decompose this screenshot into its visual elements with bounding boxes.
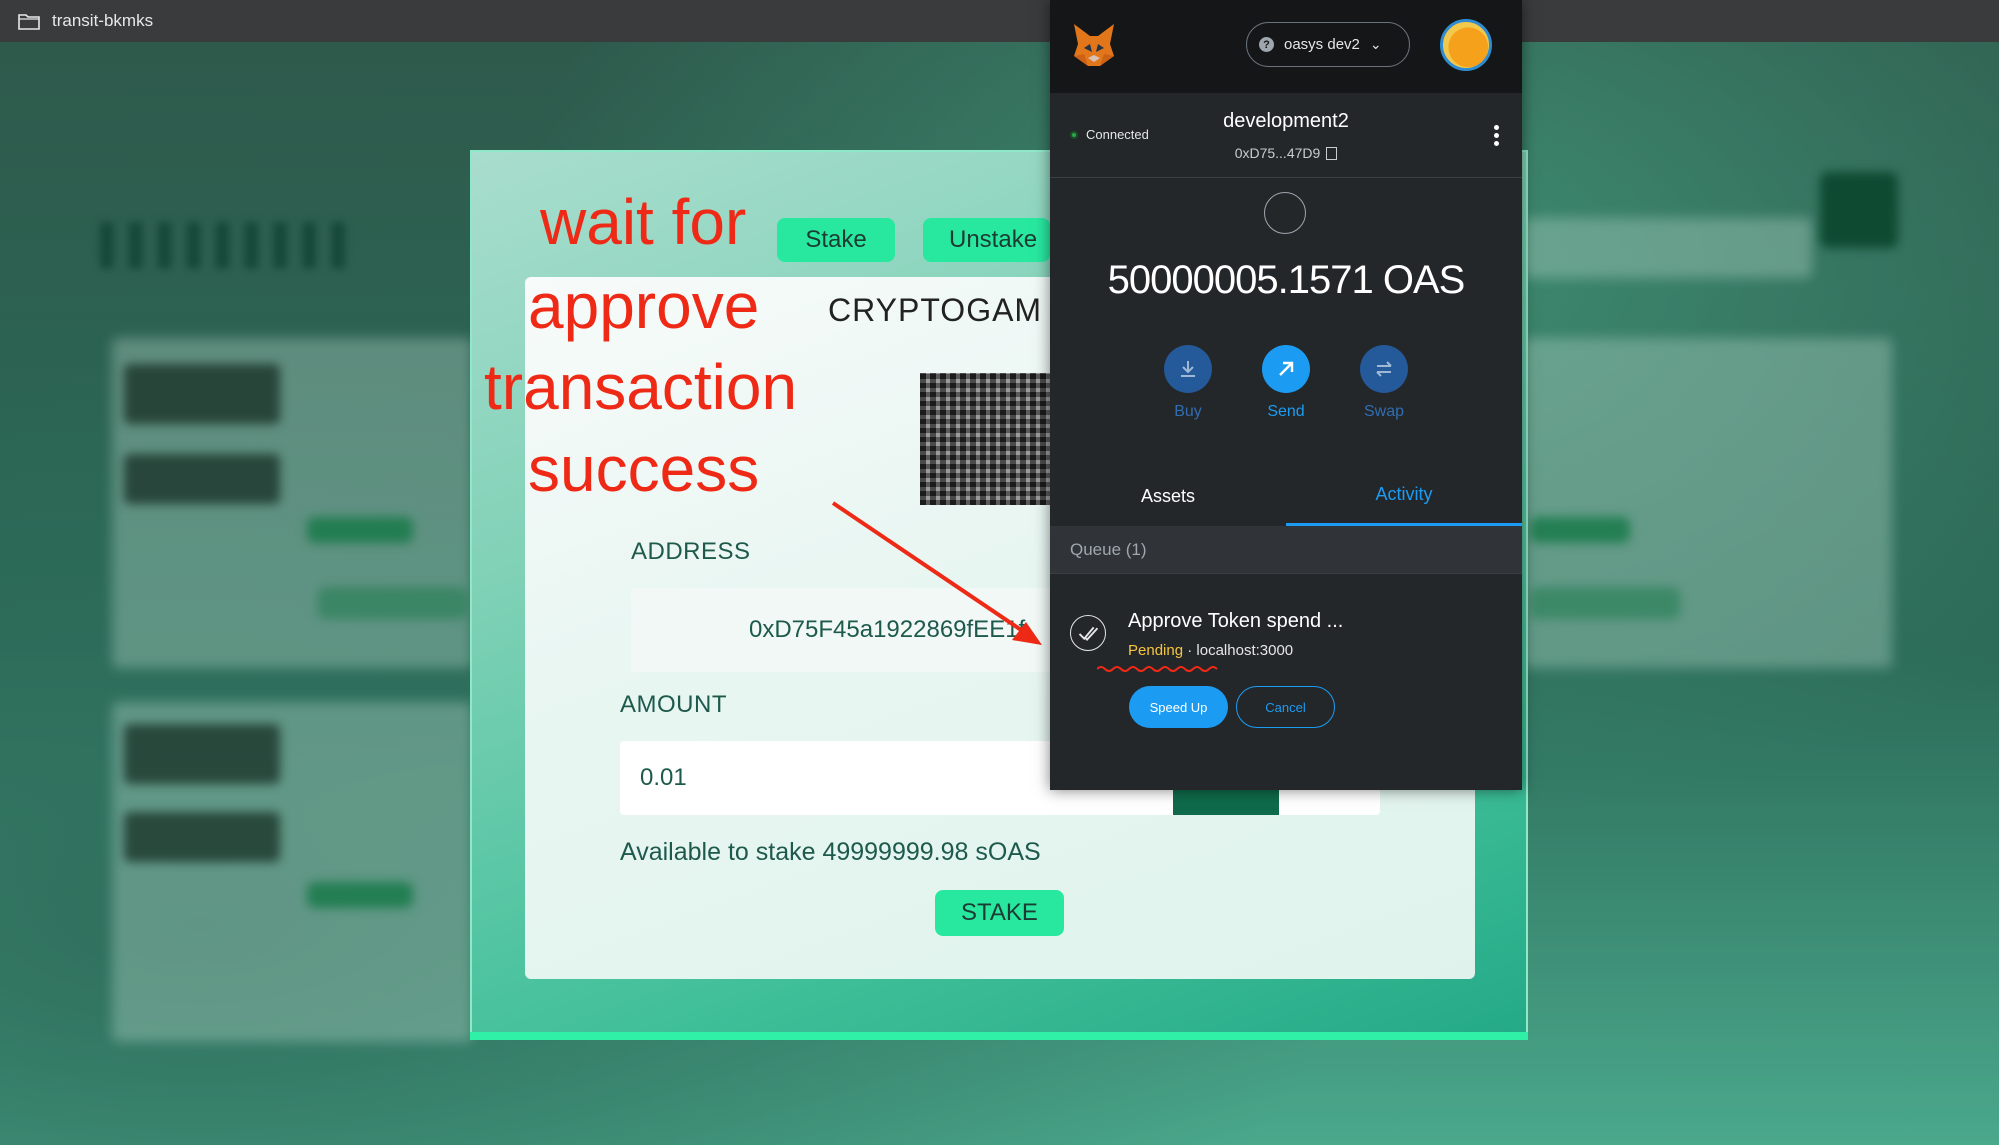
chevron-down-icon: ⌄: [1369, 36, 1382, 52]
address-value: 0xD75F45a1922869fEE1f: [749, 616, 1026, 643]
speed-up-button[interactable]: Speed Up: [1129, 686, 1228, 728]
annotation-line: wait for: [540, 186, 747, 258]
approve-check-icon: [1070, 615, 1106, 651]
transaction-status: Pending · localhost:3000: [1128, 642, 1293, 659]
swap-label: Swap: [1363, 403, 1405, 420]
transaction-origin: localhost:3000: [1196, 642, 1294, 659]
transaction-title[interactable]: Approve Token spend ...: [1128, 610, 1343, 633]
validator-name: CRYPTOGAM: [828, 292, 1043, 328]
account-name: development2: [1223, 110, 1349, 132]
send-button[interactable]: Send: [1246, 345, 1326, 421]
swap-button[interactable]: Swap: [1344, 345, 1424, 421]
max-button[interactable]: [1173, 790, 1279, 815]
cancel-button[interactable]: Cancel: [1236, 686, 1335, 728]
account-balance: 50000005.1571 OAS: [1107, 258, 1466, 302]
background-button: [1530, 517, 1630, 543]
account-address-text: 0xD75...47D9: [1234, 145, 1321, 161]
available-to-stake: Available to stake 49999999.98 sOAS: [620, 838, 1041, 866]
send-label: Send: [1267, 403, 1305, 420]
background-thumb: [124, 454, 280, 504]
validator-image: [920, 373, 1050, 505]
background-thumb: [124, 724, 280, 784]
metamask-header: ? oasys dev2 ⌄: [1050, 0, 1522, 93]
tab-assets[interactable]: Assets: [1050, 466, 1286, 526]
background-heading: ▌▌▌▌▌▌▌▌▌: [100, 224, 361, 266]
account-bar: Connected development2 0xD75...47D9: [1050, 93, 1522, 178]
network-question-icon: ?: [1259, 37, 1274, 52]
copy-icon: [1326, 147, 1338, 160]
annotation-line: approve: [528, 270, 760, 342]
arrow-up-right-icon: [1262, 345, 1310, 393]
annotation-line: transaction: [484, 351, 798, 423]
token-icon: [1264, 192, 1306, 234]
pending-status: Pending: [1128, 642, 1184, 659]
folder-icon: [18, 14, 40, 30]
metamask-fox-icon: [1074, 24, 1114, 66]
window-titlebar: transit-bkmks: [0, 0, 1999, 43]
annotation-underline: [1097, 666, 1218, 672]
network-name: oasys dev2: [1284, 36, 1360, 53]
background-button: [307, 882, 413, 908]
annotation-line: success: [528, 433, 760, 505]
queue-header: Queue (1): [1050, 526, 1522, 574]
swap-arrows-icon: [1360, 345, 1408, 393]
account-avatar[interactable]: [1440, 19, 1492, 71]
tab-activity[interactable]: Activity: [1286, 466, 1522, 526]
background-button: [318, 587, 468, 619]
amount-value: 0.01: [640, 764, 687, 791]
account-options-icon[interactable]: [1494, 125, 1500, 147]
background-thumb: [124, 364, 280, 424]
modal-accent-bar: [470, 1032, 1528, 1040]
stake-tab[interactable]: Stake: [777, 218, 895, 262]
address-field: 0xD75F45a1922869fEE1f: [631, 588, 1061, 672]
background-button: [1530, 587, 1680, 619]
status-separator: ·: [1187, 642, 1193, 659]
buy-label: Buy: [1174, 403, 1202, 420]
address-label: ADDRESS: [631, 538, 751, 565]
unstake-tab[interactable]: Unstake: [923, 218, 1050, 262]
network-selector[interactable]: ? oasys dev2 ⌄: [1246, 22, 1410, 67]
background-search: [1522, 218, 1812, 278]
window-title: transit-bkmks: [52, 11, 154, 30]
account-address[interactable]: 0xD75...47D9: [1050, 145, 1522, 161]
amount-label: AMOUNT: [620, 691, 727, 718]
background-thumb: [124, 812, 280, 862]
wallet-tabs: Assets Activity: [1050, 466, 1522, 527]
stake-submit-button[interactable]: STAKE: [935, 890, 1064, 936]
background-button: [1820, 172, 1898, 248]
buy-button[interactable]: Buy: [1148, 345, 1228, 421]
download-icon: [1164, 345, 1212, 393]
background-button: [307, 517, 413, 543]
